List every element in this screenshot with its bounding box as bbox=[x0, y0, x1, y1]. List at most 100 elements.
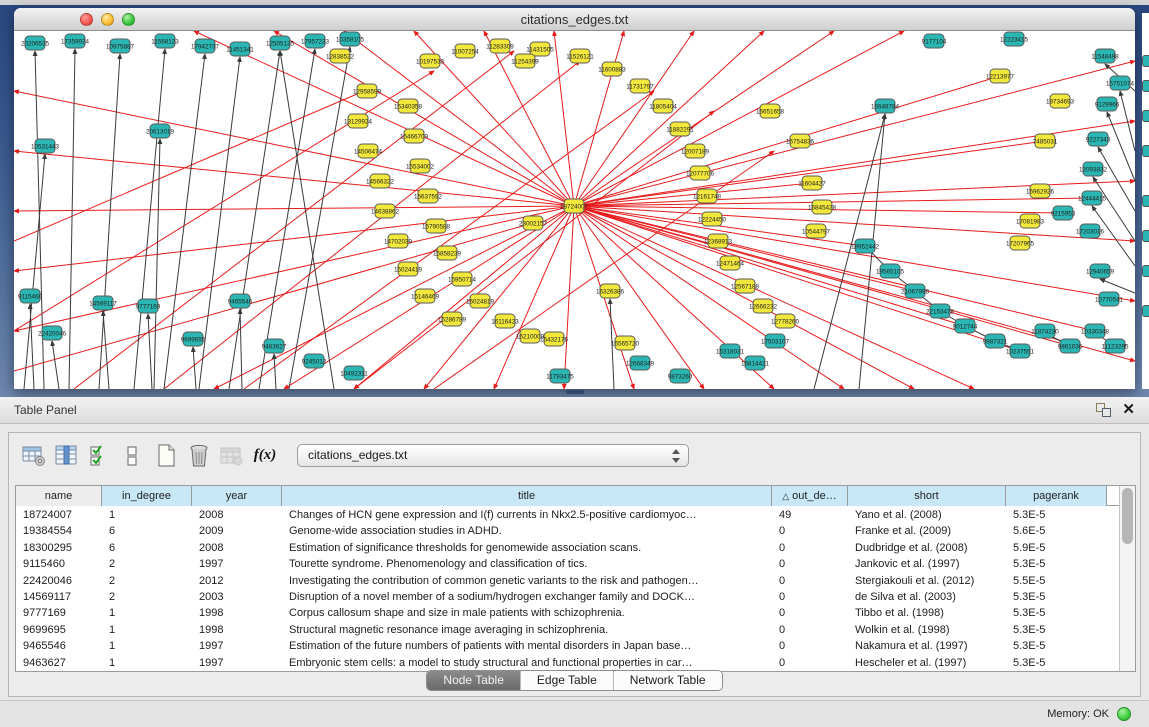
network-node[interactable]: 12007189 bbox=[681, 144, 710, 158]
citation-edge-red[interactable] bbox=[574, 31, 764, 206]
network-node[interactable]: 11007254 bbox=[451, 44, 479, 58]
table-row[interactable]: 911546021997Tourette syndrome. Phenomeno… bbox=[16, 556, 1119, 572]
citation-edge-black[interactable] bbox=[99, 54, 120, 389]
network-node[interactable]: 22153478 bbox=[926, 304, 955, 318]
float-panel-icon[interactable] bbox=[1096, 403, 1111, 417]
network-node[interactable]: 16814421 bbox=[741, 356, 770, 370]
function-builder-icon[interactable]: f(x) bbox=[250, 441, 280, 471]
network-node[interactable]: 15858239 bbox=[433, 246, 462, 260]
network-node[interactable]: 15534002 bbox=[406, 159, 435, 173]
network-node[interactable]: 9215953 bbox=[1051, 206, 1076, 220]
table-row[interactable]: 977716911998Corpus callosum shape and si… bbox=[16, 605, 1119, 621]
network-node[interactable]: 15637592 bbox=[414, 189, 443, 203]
network-node[interactable]: 14702039 bbox=[384, 234, 413, 248]
network-node[interactable]: 11604427 bbox=[798, 176, 826, 190]
new-column-icon[interactable] bbox=[151, 441, 181, 471]
network-node[interactable]: 17503107 bbox=[761, 334, 790, 348]
network-node[interactable]: 9465546 bbox=[228, 294, 253, 308]
network-node[interactable]: 12093832 bbox=[1079, 162, 1108, 176]
network-node[interactable]: 19565105 bbox=[876, 264, 905, 278]
network-node[interactable]: 16651658 bbox=[756, 104, 785, 118]
network-node[interactable]: 16962926 bbox=[1026, 184, 1055, 198]
citation-edge-red[interactable] bbox=[574, 206, 1135, 301]
network-node[interactable]: 11600883 bbox=[598, 62, 626, 76]
network-node[interactable]: 10492311 bbox=[340, 366, 368, 380]
table-row[interactable]: 1872400712008Changes of HCN gene express… bbox=[16, 507, 1119, 523]
network-node[interactable]: 11548498 bbox=[1091, 49, 1119, 63]
network-node[interactable]: 12471464 bbox=[716, 256, 745, 270]
column-header-pagerank[interactable]: pagerank bbox=[1006, 486, 1107, 506]
network-node[interactable]: 9245012 bbox=[302, 354, 327, 368]
network-node[interactable]: 15318031 bbox=[716, 344, 745, 358]
network-node[interactable]: 14569117 bbox=[89, 296, 117, 310]
tab-network-table[interactable]: Network Table bbox=[614, 671, 722, 690]
citation-edge-red[interactable] bbox=[14, 206, 574, 331]
close-panel-icon[interactable]: ✕ bbox=[1122, 401, 1135, 418]
citation-edge-red[interactable] bbox=[354, 206, 574, 389]
network-node[interactable]: 12223415 bbox=[1000, 32, 1029, 46]
network-node[interactable]: 15340358 bbox=[394, 99, 423, 113]
citation-edge-red[interactable] bbox=[14, 206, 574, 271]
network-node[interactable]: 11283309 bbox=[486, 39, 514, 53]
citation-edge-red[interactable] bbox=[354, 111, 714, 389]
column-header-name[interactable]: name bbox=[16, 486, 102, 506]
network-node[interactable]: 9012744 bbox=[953, 319, 978, 333]
tab-edge-table[interactable]: Edge Table bbox=[521, 671, 614, 690]
citation-edge-black[interactable] bbox=[52, 341, 59, 389]
network-canvas[interactable]: 1872400710197533110072541128330911431505… bbox=[14, 31, 1135, 389]
network-node[interactable]: 15146469 bbox=[411, 289, 440, 303]
network-window-titlebar[interactable]: citations_edges.txt bbox=[14, 8, 1135, 31]
network-node[interactable]: 9177104 bbox=[922, 34, 947, 48]
network-node[interactable]: 12668349 bbox=[626, 356, 655, 370]
network-node[interactable]: 12444415 bbox=[1078, 191, 1107, 205]
network-node[interactable]: 16432176 bbox=[540, 332, 569, 346]
citation-edge-black[interactable] bbox=[280, 51, 334, 389]
network-node[interactable]: 12505135 bbox=[266, 36, 295, 50]
column-header-out_degree[interactable]: △out_de… bbox=[772, 486, 848, 506]
network-node[interactable]: 11568123 bbox=[151, 34, 179, 48]
network-node[interactable]: 23002157 bbox=[519, 216, 548, 230]
citation-edge-black[interactable] bbox=[69, 49, 75, 389]
network-node[interactable]: 10770541 bbox=[1095, 292, 1124, 306]
network-node[interactable]: 9777169 bbox=[136, 299, 161, 313]
citation-edge-black[interactable] bbox=[193, 347, 196, 389]
column-header-in_degree[interactable]: in_degree bbox=[102, 486, 192, 506]
citation-edge-black[interactable] bbox=[274, 354, 276, 389]
select-all-icon[interactable] bbox=[85, 441, 115, 471]
network-node[interactable]: 11731797 bbox=[626, 79, 654, 93]
table-row[interactable]: 2242004622012Investigating the contribut… bbox=[16, 573, 1119, 589]
network-node[interactable]: 15466709 bbox=[400, 129, 429, 143]
network-node[interactable]: 11793475 bbox=[546, 369, 574, 383]
network-node[interactable]: 22420046 bbox=[38, 326, 67, 340]
network-node[interactable]: 11805404 bbox=[649, 99, 677, 113]
table-row[interactable]: 969969511998Structural magnetic resonanc… bbox=[16, 622, 1119, 638]
table-scrollbar-thumb[interactable] bbox=[1122, 488, 1133, 544]
network-node[interactable]: 21067998 bbox=[901, 284, 930, 298]
network-node[interactable]: 12778260 bbox=[771, 314, 800, 328]
network-node[interactable]: 17207965 bbox=[1006, 236, 1035, 250]
network-node[interactable]: 18952442 bbox=[851, 239, 880, 253]
network-node[interactable]: 17081983 bbox=[1016, 214, 1045, 228]
table-row[interactable]: 1456911722003Disruption of a novel membe… bbox=[16, 589, 1119, 605]
citation-edge-black[interactable] bbox=[148, 314, 152, 389]
network-node[interactable]: 12368913 bbox=[704, 234, 733, 248]
citation-edge-black[interactable] bbox=[30, 304, 34, 389]
network-node[interactable]: 16648784 bbox=[871, 99, 900, 113]
network-node[interactable]: 10197533 bbox=[416, 54, 445, 68]
citation-edge-red[interactable] bbox=[424, 206, 574, 389]
network-node[interactable]: 17359924 bbox=[61, 34, 90, 48]
network-node[interactable]: 17203016 bbox=[1076, 224, 1105, 238]
network-node[interactable]: 12940659 bbox=[1086, 264, 1115, 278]
citation-edge-red[interactable] bbox=[574, 31, 904, 206]
tab-node-table[interactable]: Node Table bbox=[427, 671, 521, 690]
citation-edge-black[interactable] bbox=[240, 309, 242, 389]
network-node[interactable]: 11451341 bbox=[226, 42, 254, 56]
citation-edge-black[interactable] bbox=[289, 47, 350, 389]
citation-edge-red[interactable] bbox=[214, 206, 574, 389]
citation-edge-red[interactable] bbox=[244, 91, 654, 389]
network-node[interactable]: 9699695 bbox=[181, 332, 206, 346]
deselect-all-icon[interactable] bbox=[118, 441, 148, 471]
show-column-icon[interactable] bbox=[52, 441, 82, 471]
network-node[interactable]: 16024819 bbox=[466, 294, 495, 308]
citation-edge-red[interactable] bbox=[14, 71, 434, 331]
